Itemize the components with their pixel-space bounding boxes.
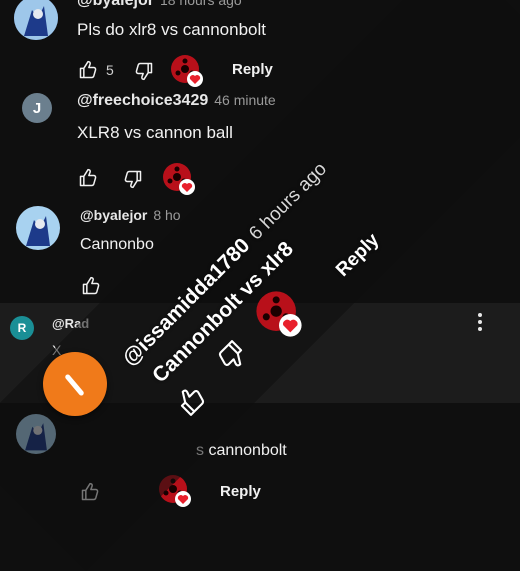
comment-handle[interactable]: @byalejor 8 ho (80, 207, 181, 223)
avatar[interactable]: R (10, 316, 34, 340)
avatar[interactable] (16, 206, 60, 250)
more-vert-icon[interactable] (476, 313, 484, 335)
reply-button[interactable]: Reply (220, 483, 261, 500)
edit-icon (64, 373, 85, 397)
comment-time: 18 hours ago (159, 0, 242, 8)
comment-time: 8 ho (153, 207, 181, 223)
avatar[interactable] (14, 0, 58, 40)
comment-text: Cannonbo (80, 236, 154, 253)
edit-fab-button[interactable] (43, 352, 107, 416)
avatar[interactable]: J (22, 93, 52, 123)
comment-text: XLR8 vs cannon ball (77, 123, 233, 142)
heart-avatar-icon (171, 55, 203, 87)
thumbs-up-icon[interactable] (78, 168, 98, 188)
like-count: 5 (106, 62, 114, 78)
thumbs-down-icon[interactable] (134, 61, 154, 81)
comment-handle[interactable]: @freechoice3429 46 minute (77, 92, 276, 110)
comment-text: Pls do xlr8 vs cannonbolt (77, 20, 266, 39)
reply-button[interactable]: Reply (232, 61, 273, 78)
thumbs-up-icon[interactable] (81, 276, 101, 296)
comment-handle[interactable]: @byalejor 18 hours ago (77, 0, 242, 10)
thumbs-up-icon[interactable] (78, 60, 98, 80)
thumbs-down-icon[interactable] (123, 169, 143, 189)
heart-avatar-icon (163, 163, 195, 195)
comment-time: 46 minute (214, 92, 276, 108)
